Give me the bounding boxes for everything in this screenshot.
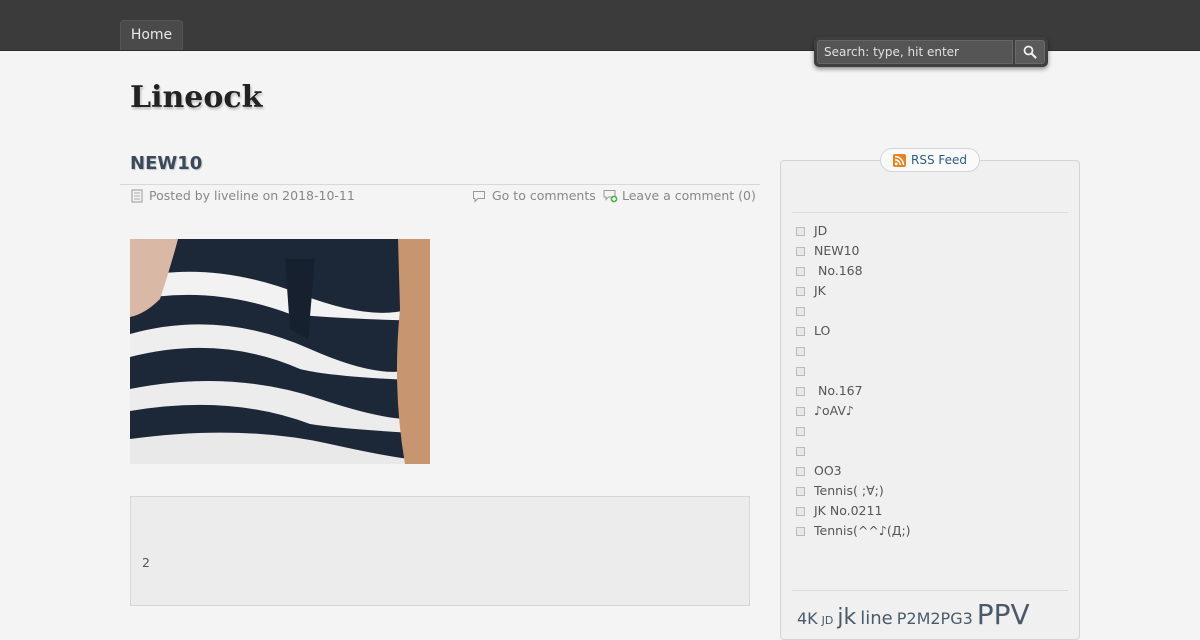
list-item[interactable]: [796, 301, 911, 321]
list-item[interactable]: No.167: [796, 381, 911, 401]
list-item[interactable]: OO3: [796, 461, 911, 481]
list-item-label: JD: [814, 223, 828, 238]
divider: [120, 184, 760, 185]
post-content-box: 2: [130, 496, 750, 606]
tag-link[interactable]: JD: [822, 614, 834, 627]
rss-feed-link[interactable]: RSS Feed: [880, 148, 980, 172]
search-input[interactable]: [817, 40, 1013, 64]
divider: [792, 590, 1068, 591]
list-item-label: No.168: [814, 263, 863, 278]
rss-icon: [892, 153, 906, 167]
tag-link[interactable]: line: [860, 608, 892, 629]
bullet-icon: [796, 246, 805, 256]
list-item[interactable]: JK No.0211: [796, 501, 911, 521]
go-to-comments-link[interactable]: Go to comments: [492, 188, 596, 204]
bullet-icon: [796, 266, 805, 276]
list-item[interactable]: JK: [796, 281, 911, 301]
list-item-label: ♪oAV♪: [814, 403, 854, 418]
bullet-icon: [796, 326, 805, 336]
post-meta-author: Posted by liveline on 2018-10-11: [131, 188, 355, 204]
bullet-icon: [796, 386, 805, 396]
list-item-label: JK No.0211: [814, 503, 883, 518]
tag-link[interactable]: jk: [837, 605, 856, 630]
nav-home-tab[interactable]: Home: [120, 20, 183, 50]
list-item[interactable]: LO: [796, 321, 911, 341]
post-content-text: 2: [142, 555, 150, 570]
bullet-icon: [796, 366, 805, 376]
bullet-icon: [796, 426, 805, 436]
list-item-label: OO3: [814, 463, 842, 478]
document-icon: [131, 189, 143, 203]
leave-comment-link[interactable]: Leave a comment (0): [622, 188, 756, 204]
divider: [792, 212, 1068, 213]
list-item-label: JK: [814, 283, 826, 298]
bullet-icon: [796, 346, 805, 356]
bullet-icon: [796, 486, 805, 496]
list-item[interactable]: ♪oAV♪: [796, 401, 911, 421]
list-item-label: No.167: [814, 383, 863, 398]
list-item-label: LO: [814, 323, 831, 338]
list-item[interactable]: NEW10: [796, 241, 911, 261]
bullet-icon: [796, 286, 805, 296]
search-box: [814, 37, 1048, 67]
list-item[interactable]: [796, 441, 911, 461]
list-item-label: NEW10: [814, 243, 860, 258]
recent-posts-list: JD NEW10 No.168 JK LO No.167 ♪oAV♪ OO3 T…: [796, 221, 911, 541]
bullet-icon: [796, 406, 805, 416]
tag-link[interactable]: 4K: [797, 609, 818, 628]
magnifier-icon: [1023, 45, 1037, 59]
list-item[interactable]: [796, 341, 911, 361]
list-item[interactable]: [796, 361, 911, 381]
post-meta-comments: Go to comments: [472, 188, 596, 204]
post-meta-leave: Leave a comment (0): [603, 188, 756, 204]
bullet-icon: [796, 506, 805, 516]
post-title[interactable]: NEW10: [130, 153, 202, 174]
bullet-icon: [796, 526, 805, 536]
list-item[interactable]: Tennis(^^♪(Д;): [796, 521, 911, 541]
list-item[interactable]: No.168: [796, 261, 911, 281]
search-button[interactable]: [1015, 40, 1045, 64]
posted-by-text: Posted by liveline on 2018-10-11: [149, 188, 355, 203]
list-item[interactable]: Tennis( ;∀;): [796, 481, 911, 501]
tag-link[interactable]: PPV: [977, 598, 1030, 631]
list-item[interactable]: JD: [796, 221, 911, 241]
site-title[interactable]: Lineock: [130, 80, 262, 115]
rss-feed-label: RSS Feed: [910, 153, 967, 167]
list-item-label: Tennis(^^♪(Д;): [814, 523, 911, 538]
list-item[interactable]: [796, 421, 911, 441]
bullet-icon: [796, 446, 805, 456]
list-item-label: Tennis( ;∀;): [814, 483, 884, 498]
bullet-icon: [796, 306, 805, 316]
speech-bubble-icon: [472, 190, 486, 203]
bullet-icon: [796, 466, 805, 476]
add-comment-icon: [603, 189, 618, 203]
bullet-icon: [796, 226, 805, 236]
tag-cloud: 4K JD jk line P2M2PG3 PPV: [797, 598, 1034, 631]
tag-link[interactable]: P2M2PG3: [897, 609, 973, 628]
post-image: [130, 239, 430, 464]
